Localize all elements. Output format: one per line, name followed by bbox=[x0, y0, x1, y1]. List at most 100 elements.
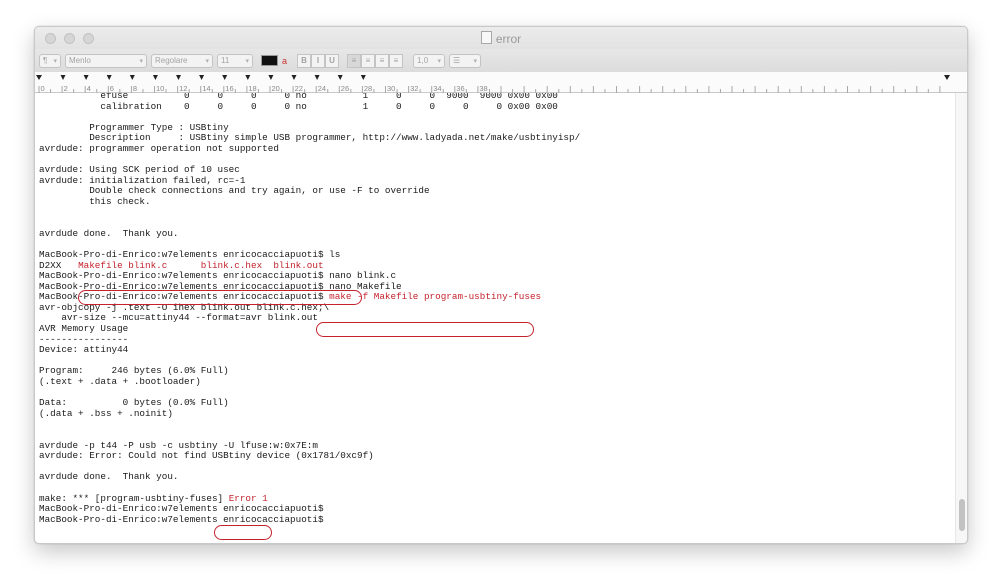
ruler-label: 2 bbox=[64, 84, 68, 93]
terminal-line: calibration 0 0 0 0 no 1 0 0 0 0 0x00 0x… bbox=[100, 100, 558, 112]
terminal-line: avrdude: Error: Could not find USBtiny d… bbox=[39, 450, 374, 462]
tab-stop-marker[interactable] bbox=[268, 75, 274, 80]
bold-button[interactable]: B bbox=[297, 53, 312, 68]
text-editor-window: error ¶ ▾ Menlo ▾ Regolare ▾ 11 ▾ a B I U ≡ … bbox=[34, 26, 968, 544]
tab-stop-marker[interactable] bbox=[360, 75, 366, 80]
text-color-swatch[interactable] bbox=[261, 55, 278, 66]
output-block-top: efuse 0 0 0 0 no 1 0 0 9000 9000 0x00 0x… bbox=[39, 93, 580, 260]
error-highlight-oval bbox=[214, 525, 272, 540]
font-weight-select[interactable]: Regolare ▾ bbox=[151, 53, 213, 68]
ls-output-line: D2XX Makefile blink.c blink.c.hex blink.… bbox=[39, 259, 324, 271]
ruler-label: 16 bbox=[225, 84, 233, 93]
ruler-label: 36 bbox=[456, 84, 464, 93]
text-style-buttons: B I U bbox=[297, 53, 340, 68]
tab-stop-marker[interactable] bbox=[60, 75, 66, 80]
ruler[interactable]: 0 2 4 6 8 10 12 14 16 18 20 22 24 26 28 30 32 34 36 38 bbox=[35, 72, 967, 93]
font-size-select[interactable]: 11 ▾ bbox=[217, 53, 253, 68]
scrollbar-thumb[interactable] bbox=[959, 499, 965, 531]
terminal-line: Programmer Type : USBtiny bbox=[89, 121, 229, 133]
tab-stop-marker[interactable] bbox=[152, 75, 158, 80]
align-right-icon[interactable]: ≡ bbox=[375, 53, 390, 68]
terminal-output: efuse 0 0 0 0 no 1 0 0 9000 9000 0x00 0x… bbox=[39, 93, 580, 525]
terminal-line: avr-size --mcu=attiny44 --format=avr bli… bbox=[61, 312, 318, 324]
output-block-nano: MacBook-Pro-di-Enrico:w7elements enricoc… bbox=[39, 270, 402, 292]
vertical-scrollbar[interactable] bbox=[955, 93, 967, 543]
terminal-line: (.text + .data + .bootloader) bbox=[39, 376, 201, 388]
make-command-highlight-oval bbox=[316, 322, 534, 337]
tab-stop-marker[interactable] bbox=[83, 75, 89, 80]
ruler-label: 18 bbox=[248, 84, 256, 93]
tab-stop-marker[interactable] bbox=[245, 75, 251, 80]
ruler-label: 28 bbox=[364, 84, 372, 93]
ruler-label: 0 bbox=[41, 84, 45, 93]
chevron-down-icon: ▾ bbox=[205, 57, 209, 65]
title-bar: error bbox=[35, 27, 967, 49]
tab-stop-marker[interactable] bbox=[222, 75, 228, 80]
terminal-line: Data: 0 bytes (0.0% Full) bbox=[39, 397, 229, 409]
font-family-select[interactable]: Menlo ▾ bbox=[65, 53, 147, 68]
tab-stop-marker[interactable] bbox=[199, 75, 205, 80]
chevron-down-icon: ▾ bbox=[473, 57, 478, 65]
align-center-icon[interactable]: ≡ bbox=[361, 53, 376, 68]
chevron-down-icon: ▾ bbox=[245, 57, 249, 65]
indent-marker[interactable] bbox=[36, 75, 42, 80]
terminal-line: this check. bbox=[89, 195, 151, 207]
ruler-label: 20 bbox=[272, 84, 280, 93]
format-toolbar: ¶ ▾ Menlo ▾ Regolare ▾ 11 ▾ a B I U ≡ ≡ ≡ ≡ … bbox=[35, 49, 967, 72]
ruler-label: 26 bbox=[341, 84, 349, 93]
terminal-line: MacBook-Pro-di-Enrico:w7elements enricoc… bbox=[39, 248, 341, 260]
paragraph-style-select[interactable]: ¶ ▾ bbox=[39, 53, 61, 68]
ruler-label: 34 bbox=[433, 84, 441, 93]
ruler-label: 32 bbox=[410, 84, 418, 93]
line-spacing-select[interactable]: 1,0 ▾ bbox=[413, 53, 446, 68]
right-margin-marker[interactable] bbox=[944, 75, 950, 80]
ls-files-highlight-oval bbox=[78, 290, 362, 305]
terminal-line: avrdude -p t44 -P usb -c usbtiny -U lfus… bbox=[39, 439, 318, 451]
tab-stop-marker[interactable] bbox=[129, 75, 135, 80]
terminal-line: ---------------- bbox=[39, 333, 129, 345]
ls-files-highlighted: Makefile blink.c blink.c.hex blink.out bbox=[78, 259, 324, 271]
ruler-label: 38 bbox=[479, 84, 487, 93]
ruler-label: 8 bbox=[133, 84, 137, 93]
output-block-end: MacBook-Pro-di-Enrico:w7elements enricoc… bbox=[39, 503, 324, 525]
ruler-label: 12 bbox=[179, 84, 187, 93]
window-title: error bbox=[35, 31, 967, 46]
ruler-label: 22 bbox=[295, 84, 303, 93]
list-style-select[interactable]: ☰ ▾ bbox=[449, 53, 482, 68]
ruler-label: 10 bbox=[156, 84, 164, 93]
terminal-line: avrdude done. Thank you. bbox=[39, 471, 179, 483]
terminal-line: MacBook-Pro-di-Enrico:w7elements enricoc… bbox=[39, 270, 397, 282]
terminal-line: MacBook-Pro-di-Enrico:w7elements enricoc… bbox=[39, 503, 324, 515]
make-error-highlighted: Error 1 bbox=[228, 492, 268, 504]
chevron-down-icon: ▾ bbox=[53, 57, 57, 65]
tab-stop-marker[interactable] bbox=[176, 75, 181, 80]
terminal-line: Program: 246 bytes (6.0% Full) bbox=[39, 365, 229, 377]
tab-stop-marker[interactable] bbox=[314, 75, 320, 80]
tab-stop-marker[interactable] bbox=[337, 75, 343, 80]
underline-button[interactable]: U bbox=[325, 53, 340, 68]
terminal-line: AVR Memory Usage bbox=[39, 323, 129, 335]
chevron-down-icon: ▾ bbox=[437, 57, 442, 65]
terminal-line: Double check connections and try again, … bbox=[89, 185, 430, 197]
terminal-line: avrdude: Using SCK period of 10 usec bbox=[39, 164, 240, 176]
alignment-buttons: ≡ ≡ ≡ ≡ bbox=[347, 53, 404, 68]
terminal-line: Device: attiny44 bbox=[39, 344, 129, 356]
ruler-label: 14 bbox=[202, 84, 210, 93]
highlight-color-icon[interactable]: a bbox=[282, 56, 287, 66]
ruler-scale: 0 2 4 6 8 10 12 14 16 18 20 22 24 26 28 30 32 34 36 38 bbox=[36, 75, 950, 93]
ruler-label: 24 bbox=[318, 84, 326, 93]
align-left-icon[interactable]: ≡ bbox=[347, 53, 362, 68]
document-icon bbox=[480, 31, 492, 44]
document-text-area[interactable]: efuse 0 0 0 0 no 1 0 0 9000 9000 0x00 0x… bbox=[35, 93, 955, 543]
ruler-label: 6 bbox=[110, 84, 114, 93]
chevron-down-icon: ▾ bbox=[139, 57, 143, 65]
tab-stop-marker[interactable] bbox=[291, 75, 297, 80]
tab-stop-marker[interactable] bbox=[106, 75, 112, 80]
italic-button[interactable]: I bbox=[311, 53, 326, 68]
terminal-line: avrdude done. Thank you. bbox=[39, 227, 179, 239]
terminal-line: MacBook-Pro-di-Enrico:w7elements enricoc… bbox=[39, 513, 324, 525]
make-error-line: make: *** [program-usbtiny-fuses] Error … bbox=[39, 492, 268, 504]
align-justify-icon[interactable]: ≡ bbox=[389, 53, 404, 68]
terminal-line: avrdude: initialization failed, rc=-1 bbox=[39, 174, 246, 186]
ruler-label: 4 bbox=[87, 84, 91, 93]
